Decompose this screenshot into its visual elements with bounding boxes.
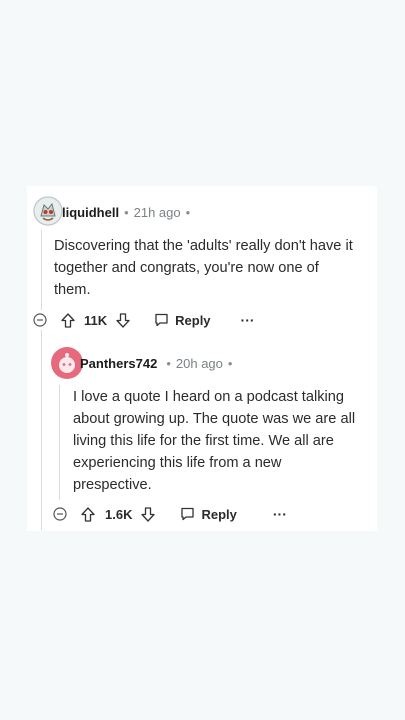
more-options-button[interactable]: ··· [241,312,255,328]
comment-meta: Panthers742 • 20h ago • [80,356,232,371]
avatar[interactable] [33,196,63,226]
downvote-icon[interactable] [141,506,156,522]
thread-line[interactable] [41,230,42,310]
reply-icon [155,313,168,327]
reply-icon [181,507,195,521]
comment-actions: 1.6K Reply ··· [53,504,287,524]
upvote-icon[interactable] [81,506,95,522]
avatar[interactable] [51,347,83,379]
username[interactable]: liquidhell [62,205,119,220]
separator-dot: • [185,205,191,220]
vote-count: 11K [84,312,108,328]
username[interactable]: Panthers742 [80,356,157,371]
more-options-button[interactable]: ··· [273,506,287,522]
separator-dot: • [166,356,171,371]
reply-label: Reply [175,312,211,328]
comment-body: I love a quote I heard on a podcast talk… [73,389,356,493]
separator-dot: • [227,356,233,371]
upvote-icon[interactable] [61,312,75,328]
timestamp: 21h ago [133,205,181,220]
thread-line[interactable] [41,330,42,530]
collapse-icon[interactable] [33,313,47,327]
collapse-icon[interactable] [53,507,67,521]
reply-thread-line[interactable] [59,385,60,500]
reply-button[interactable]: Reply [154,312,211,328]
timestamp: 20h ago [175,356,223,371]
reply-label: Reply [201,506,237,522]
downvote-icon[interactable] [116,312,130,328]
comment-meta: liquidhell • 21h ago • [62,205,190,220]
reply-button[interactable]: Reply [180,506,237,522]
vote-count: 1.6K [105,506,133,522]
comment-body: Discovering that the 'adults' really don… [54,238,353,298]
separator-dot: • [124,205,129,220]
comment-actions: 11K Reply ··· [33,310,255,330]
